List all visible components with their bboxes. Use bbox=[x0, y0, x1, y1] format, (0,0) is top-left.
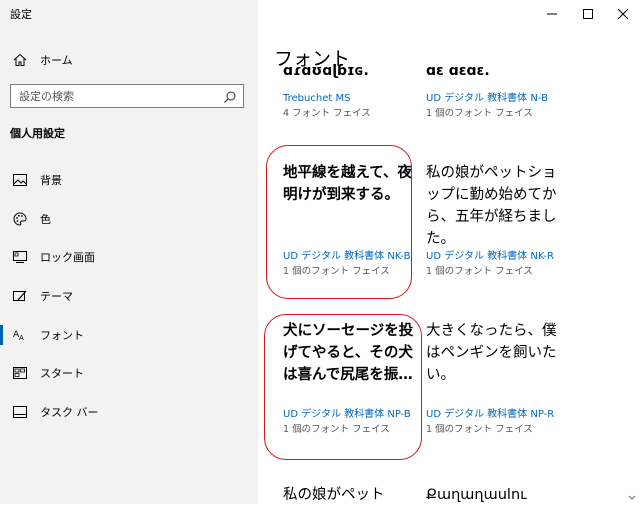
svg-text:A: A bbox=[19, 334, 24, 342]
nav-item-background[interactable]: 背景 bbox=[0, 163, 258, 197]
settings-search-input[interactable] bbox=[17, 88, 221, 104]
settings-search-box[interactable] bbox=[10, 84, 244, 108]
font-name: UD デジタル 教科書体 NK-R bbox=[426, 251, 554, 262]
nav-item-lock-screen[interactable]: ロック画面 bbox=[0, 240, 258, 274]
font-sample-text: ɑɛ ɑɛɑɛ. bbox=[426, 63, 490, 79]
font-sample-text: 大きくなったら、僕はペンギンを飼いたい。 bbox=[426, 323, 557, 383]
nav-item-start[interactable]: スタート bbox=[0, 356, 258, 390]
font-tile-ud-npb[interactable]: 犬にソーセージを投げてやると、その犬は喜んで尻尾を振… UD デジタル 教科書体… bbox=[283, 320, 421, 456]
nav-item-label: スタート bbox=[40, 367, 84, 380]
nav-home-label: ホーム bbox=[40, 54, 73, 67]
nav-item-label: 色 bbox=[40, 213, 51, 226]
image-icon bbox=[12, 172, 28, 188]
theme-brush-icon bbox=[12, 288, 28, 304]
minimize-icon bbox=[547, 13, 557, 15]
font-face-count: 1 個のフォント フェイス bbox=[426, 424, 533, 435]
lock-screen-icon bbox=[12, 249, 28, 265]
font-tile-ud-nkr[interactable]: 私の娘がペットショップに勤め始めてから、五年が経ちました。 UD デジタル 教科… bbox=[426, 162, 564, 298]
font-tile-partial[interactable]: Քաղաղաulnւ bbox=[426, 484, 564, 504]
close-icon bbox=[618, 9, 628, 19]
scrollbar[interactable] bbox=[628, 460, 636, 500]
nav-item-label: タスク バー bbox=[40, 406, 99, 419]
font-name: UD デジタル 教科書体 NP-B bbox=[283, 409, 411, 420]
nav-item-theme[interactable]: テーマ bbox=[0, 279, 258, 313]
font-tile-ud-nb[interactable]: ɑɛ ɑɛɑɛ. UD デジタル 教科書体 N-B 1 個のフォント フェイス bbox=[426, 63, 564, 140]
settings-sidebar: 設定 ホーム 個人用設定 背景 色 ロック画面 テーマ bbox=[0, 0, 258, 504]
font-name: UD デジタル 教科書体 NK-B bbox=[283, 251, 411, 262]
nav-home[interactable]: ホーム bbox=[0, 43, 258, 77]
font-face-count: 1 個のフォント フェイス bbox=[283, 424, 390, 435]
font-face-count: 1 個のフォント フェイス bbox=[426, 108, 533, 119]
active-indicator bbox=[0, 325, 3, 345]
font-tile-ud-nkb[interactable]: 地平線を越えて、夜明けが到来する。 UD デジタル 教科書体 NK-B 1 個の… bbox=[283, 162, 421, 298]
nav-item-label: 背景 bbox=[40, 174, 62, 187]
search-icon[interactable] bbox=[223, 89, 237, 103]
font-sample-text: 地平線を越えて、夜明けが到来する。 bbox=[283, 165, 413, 203]
start-icon bbox=[12, 365, 28, 381]
font-tile-trebuchet-ms[interactable]: ɑɾɑʊɑɭɓɪɢ. Trebuchet MS 4 フォント フェイス bbox=[283, 63, 421, 140]
window-title: 設定 bbox=[10, 8, 32, 21]
nav-item-taskbar[interactable]: タスク バー bbox=[0, 395, 258, 429]
font-sample-text: Քաղաղաulnւ bbox=[426, 487, 527, 503]
font-face-count: 4 フォント フェイス bbox=[283, 108, 371, 119]
font-face-count: 1 個のフォント フェイス bbox=[426, 266, 533, 277]
nav-item-label: テーマ bbox=[40, 290, 73, 303]
font-sample-text: 私の娘がペット bbox=[283, 487, 385, 503]
font-icon: AA bbox=[12, 327, 28, 343]
nav-item-fonts[interactable]: AA フォント bbox=[0, 318, 258, 352]
font-tile-partial[interactable]: 私の娘がペット bbox=[283, 484, 421, 504]
font-name: UD デジタル 教科書体 NP-R bbox=[426, 409, 555, 420]
font-sample-text: 私の娘がペットショップに勤め始めてから、五年が経ちました。 bbox=[426, 165, 557, 247]
nav-item-label: フォント bbox=[40, 329, 84, 342]
font-sample-text: 犬にソーセージを投げてやると、その犬は喜んで尻尾を振… bbox=[283, 323, 414, 383]
close-button[interactable] bbox=[603, 0, 640, 28]
palette-icon bbox=[12, 211, 28, 227]
taskbar-icon bbox=[12, 404, 28, 420]
home-icon bbox=[12, 52, 28, 68]
nav-item-label: ロック画面 bbox=[40, 251, 95, 264]
font-tile-ud-npr[interactable]: 大きくなったら、僕はペンギンを飼いたい。 UD デジタル 教科書体 NP-R 1… bbox=[426, 320, 564, 456]
font-name: UD デジタル 教科書体 N-B bbox=[426, 93, 548, 104]
minimize-button[interactable] bbox=[532, 0, 572, 28]
maximize-icon bbox=[583, 9, 593, 19]
section-title: 個人用設定 bbox=[10, 127, 65, 140]
nav-item-color[interactable]: 色 bbox=[0, 202, 258, 236]
font-face-count: 1 個のフォント フェイス bbox=[283, 266, 390, 277]
font-sample-text: ɑɾɑʊɑɭɓɪɢ. bbox=[283, 63, 369, 79]
font-name: Trebuchet MS bbox=[283, 93, 351, 104]
maximize-button[interactable] bbox=[568, 0, 608, 28]
